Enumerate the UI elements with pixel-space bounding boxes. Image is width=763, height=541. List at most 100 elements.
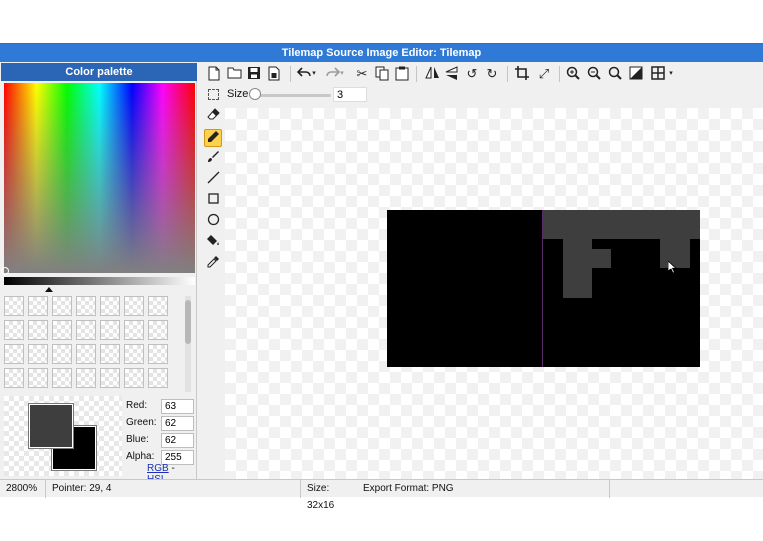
selection-icon[interactable] [208, 89, 219, 100]
red-row: Red: [126, 399, 196, 414]
size-slider-thumb[interactable] [249, 88, 261, 100]
grid-dropdown-icon[interactable]: ▾ [667, 66, 675, 82]
pencil-icon[interactable] [204, 129, 222, 147]
swatch[interactable] [4, 368, 24, 388]
painted-pixels [543, 210, 700, 239]
eyedropper-icon[interactable] [204, 255, 222, 273]
swatch[interactable] [52, 320, 72, 340]
export-format: Export Format: PNG [357, 480, 610, 498]
palette-title: Color palette [1, 63, 197, 81]
rotate-right-icon[interactable]: ↻ [484, 66, 500, 82]
blue-row: Blue: [126, 433, 196, 448]
swatch[interactable] [52, 344, 72, 364]
swatch[interactable] [28, 320, 48, 340]
rectangle-icon[interactable] [204, 192, 222, 210]
color-preview [4, 396, 122, 476]
resize-icon[interactable]: ⤢ [536, 66, 552, 82]
brightness-marker[interactable] [45, 287, 53, 292]
ellipse-icon[interactable] [204, 213, 222, 231]
swatch[interactable] [28, 368, 48, 388]
swatch[interactable] [4, 344, 24, 364]
swatch[interactable] [148, 344, 168, 364]
tilemap-image[interactable] [387, 210, 700, 367]
red-input[interactable] [161, 399, 194, 414]
size-label: Size [227, 88, 249, 100]
green-row: Green: [126, 416, 196, 431]
swatch[interactable] [148, 368, 168, 388]
swatch[interactable] [124, 296, 144, 316]
grid-icon[interactable] [650, 66, 666, 82]
brush-icon[interactable] [204, 150, 222, 168]
zoom-reset-icon[interactable] [607, 66, 623, 82]
toolbar-separator [290, 66, 291, 82]
swatch-scrollbar[interactable] [185, 296, 191, 392]
main-toolbar: ▾ ▾ ✂ ↺ ↻ ⤢ ▾ [203, 64, 763, 84]
red-label: Red: [126, 400, 148, 411]
contrast-icon[interactable] [628, 66, 644, 82]
toolbar-separator [416, 66, 417, 82]
swatch[interactable] [148, 296, 168, 316]
swatch[interactable] [124, 368, 144, 388]
save-as-icon[interactable] [266, 66, 282, 82]
redo-dropdown-icon[interactable]: ▾ [338, 66, 346, 82]
status-bar: 2800% Pointer: 29, 4 Size: 32x16 Export … [0, 479, 763, 511]
eraser-icon[interactable] [204, 108, 222, 126]
mode-separator: - [171, 463, 175, 474]
zoom-in-icon[interactable] [565, 66, 581, 82]
cut-icon[interactable]: ✂ [354, 66, 370, 82]
toolbar-separator [507, 66, 508, 82]
swatch[interactable] [124, 320, 144, 340]
blue-label: Blue: [126, 434, 149, 445]
open-folder-icon[interactable] [226, 66, 242, 82]
rgb-mode-link[interactable]: RGB [147, 463, 169, 474]
swatch-grid [4, 296, 182, 392]
swatch[interactable] [100, 344, 120, 364]
swatch[interactable] [148, 320, 168, 340]
green-label: Green: [126, 417, 157, 428]
flip-vertical-icon[interactable] [444, 66, 460, 82]
fill-bucket-icon[interactable] [204, 234, 222, 252]
swatch[interactable] [52, 296, 72, 316]
swatch[interactable] [28, 344, 48, 364]
painted-pixels [563, 268, 592, 298]
swatch[interactable] [52, 368, 72, 388]
save-icon[interactable] [246, 66, 262, 82]
rotate-left-icon[interactable]: ↺ [464, 66, 480, 82]
swatch[interactable] [100, 368, 120, 388]
color-spectrum[interactable] [1, 83, 195, 275]
new-file-icon[interactable] [206, 66, 222, 82]
pointer-position: Pointer: 29, 4 [46, 480, 301, 498]
primary-color-swatch[interactable] [28, 403, 74, 449]
drawing-canvas-area[interactable] [225, 108, 763, 480]
swatch[interactable] [76, 344, 96, 364]
crop-icon[interactable] [514, 66, 530, 82]
swatch[interactable] [76, 368, 96, 388]
paste-icon[interactable] [394, 66, 410, 82]
line-icon[interactable] [204, 171, 222, 189]
copy-icon[interactable] [374, 66, 390, 82]
swatch[interactable] [76, 296, 96, 316]
image-size: Size: 32x16 [307, 483, 335, 511]
painted-pixels [563, 249, 611, 268]
swatch[interactable] [100, 296, 120, 316]
toolbar-separator [559, 66, 560, 82]
swatch[interactable] [4, 320, 24, 340]
swatch[interactable] [28, 296, 48, 316]
size-slider[interactable] [251, 94, 331, 97]
swatch[interactable] [100, 320, 120, 340]
green-input[interactable] [161, 416, 194, 431]
alpha-label: Alpha: [126, 451, 155, 462]
swatch[interactable] [76, 320, 96, 340]
brightness-slider[interactable] [4, 277, 195, 285]
window-title: Tilemap Source Image Editor: Tilemap [0, 44, 763, 62]
undo-dropdown-icon[interactable]: ▾ [310, 66, 318, 82]
swatch[interactable] [4, 296, 24, 316]
zoom-out-icon[interactable] [586, 66, 602, 82]
size-input[interactable] [333, 87, 367, 102]
swatch[interactable] [124, 344, 144, 364]
blue-input[interactable] [161, 433, 194, 448]
flip-horizontal-icon[interactable] [424, 66, 440, 82]
swatch-scrollbar-thumb[interactable] [185, 300, 191, 344]
spectrum-cursor[interactable] [1, 267, 9, 275]
brush-size-row: Size [203, 86, 403, 104]
